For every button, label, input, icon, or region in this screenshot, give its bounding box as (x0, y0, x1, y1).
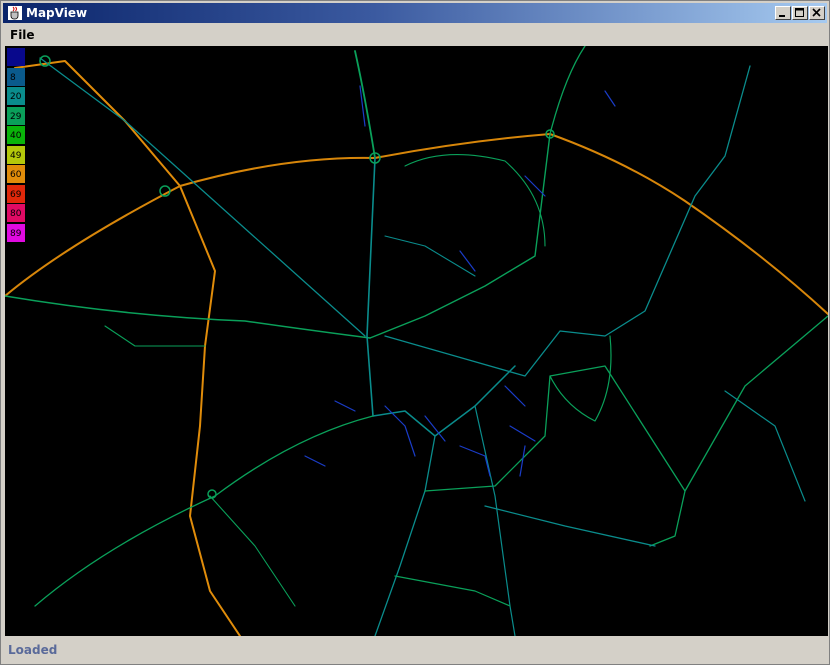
maximize-icon (795, 8, 804, 17)
status-text: Loaded (8, 643, 58, 657)
legend-item: 49 (7, 145, 25, 164)
legend-item: 8 (7, 67, 25, 86)
legend-label: 69 (10, 189, 22, 200)
speed-legend: 8 20 29 40 49 60 69 80 89 (7, 48, 25, 243)
title-bar[interactable]: MapView (3, 3, 827, 23)
legend-label: 89 (10, 228, 22, 239)
legend-label: 29 (10, 111, 22, 122)
status-bar: Loaded (3, 638, 827, 662)
close-button[interactable] (809, 6, 825, 20)
window-title: MapView (26, 6, 88, 20)
legend-item: 80 (7, 204, 25, 222)
legend-label: 80 (10, 209, 22, 219)
maximize-button[interactable] (792, 6, 808, 20)
road-network (5, 46, 828, 636)
legend-item: 89 (7, 223, 25, 242)
minimize-button[interactable] (775, 6, 791, 20)
legend-label: 20 (10, 92, 22, 102)
menu-file[interactable]: File (10, 28, 35, 42)
legend-item: 40 (7, 126, 25, 144)
menu-bar: File (3, 25, 827, 45)
legend-item: 69 (7, 184, 25, 203)
legend-item (7, 48, 25, 66)
legend-item: 60 (7, 165, 25, 183)
legend-label: 8 (10, 72, 16, 83)
close-icon (812, 8, 821, 17)
mapview-window: MapView File 8 20 29 40 49 60 69 80 89 L… (0, 0, 830, 665)
map-canvas[interactable]: 8 20 29 40 49 60 69 80 89 (5, 46, 828, 636)
legend-label: 60 (10, 170, 22, 180)
legend-item: 20 (7, 87, 25, 105)
minimize-icon (779, 15, 785, 17)
legend-label: 49 (10, 150, 22, 161)
java-cup-icon (8, 6, 22, 20)
legend-label: 40 (10, 131, 22, 141)
legend-item: 29 (7, 106, 25, 125)
